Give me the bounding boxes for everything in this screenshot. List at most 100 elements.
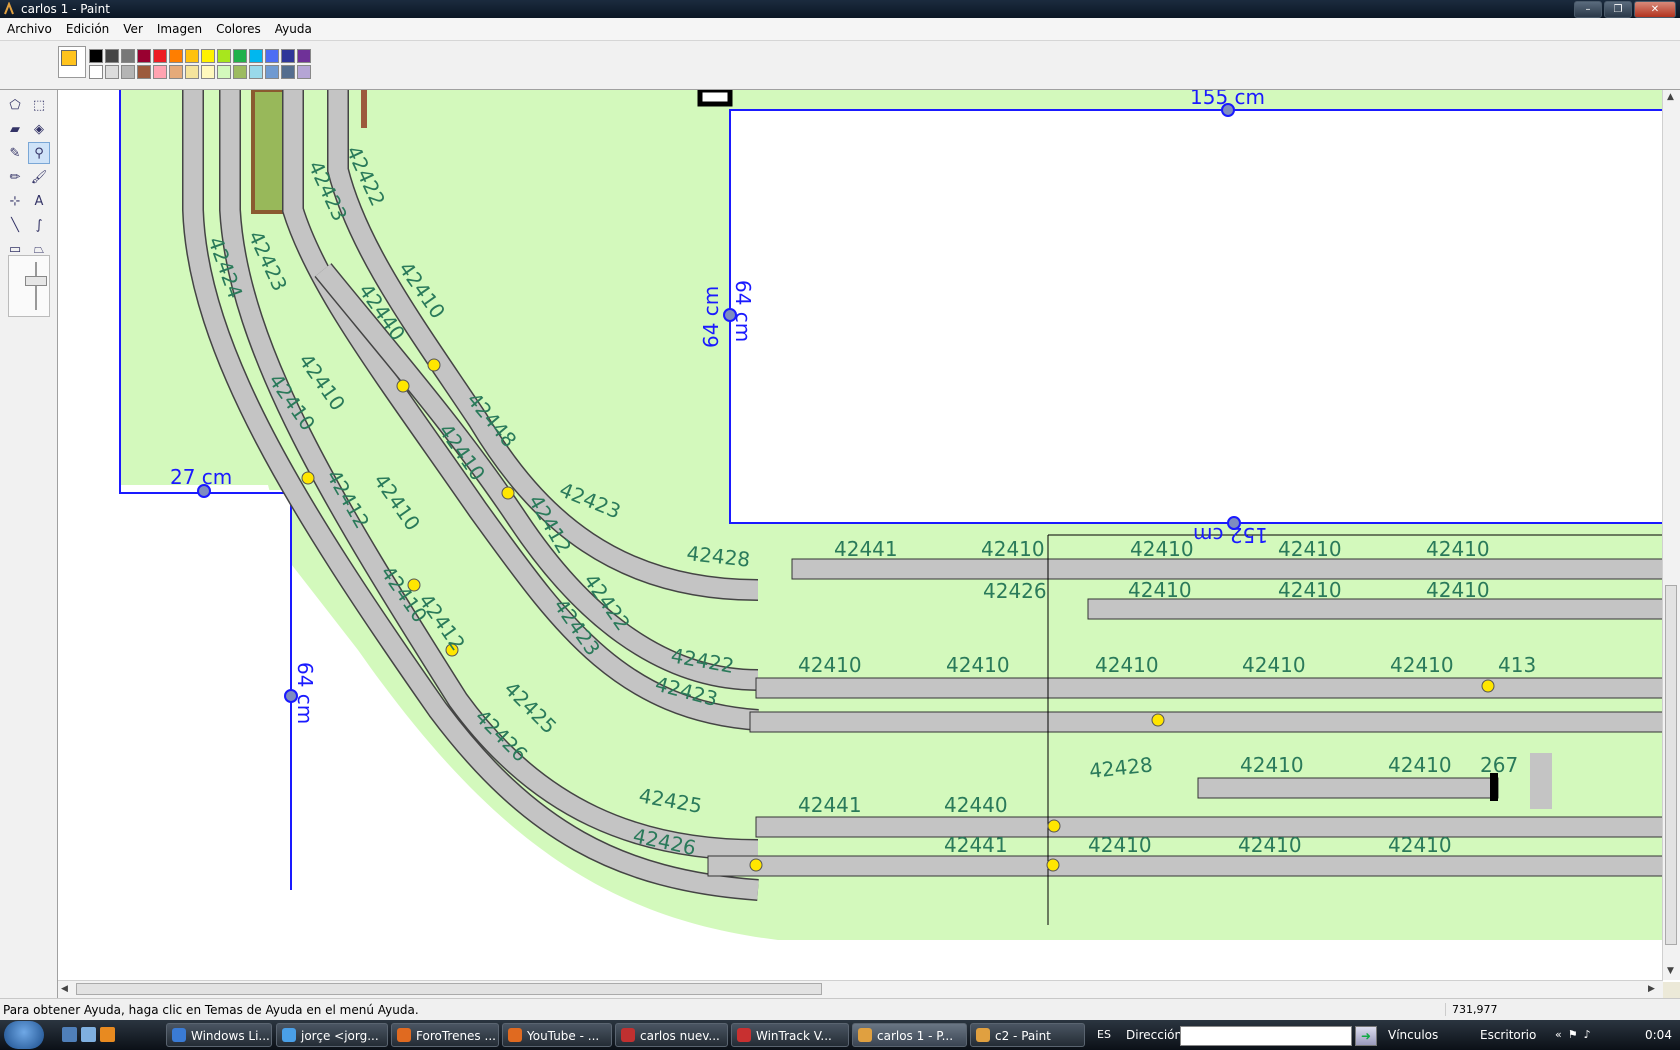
color-swatch[interactable] xyxy=(201,49,215,63)
svg-text:42410: 42410 xyxy=(981,537,1045,561)
color-swatch[interactable] xyxy=(169,65,183,79)
network-icon[interactable]: ⚑ xyxy=(1568,1028,1578,1041)
track-layout-drawing: 155 cm 64 cm 64 cm 152 cm 27 cm 64 cm 42… xyxy=(58,90,1663,980)
taskbar-button[interactable]: YouTube - ... xyxy=(502,1023,612,1047)
slider-track xyxy=(35,262,37,310)
foreground-color[interactable] xyxy=(61,50,77,66)
app-icon xyxy=(282,1028,296,1042)
color-swatch[interactable] xyxy=(233,65,247,79)
desktop-toolbar[interactable]: Escritorio xyxy=(1480,1028,1536,1042)
color-swatch[interactable] xyxy=(265,49,279,63)
text-icon[interactable]: A xyxy=(28,190,50,212)
color-swatch[interactable] xyxy=(137,49,151,63)
menu-archivo[interactable]: Archivo xyxy=(0,18,59,40)
horizontal-scroll-thumb[interactable] xyxy=(76,983,822,995)
taskbar-button[interactable]: Windows Li... xyxy=(166,1023,272,1047)
brush-size-slider[interactable] xyxy=(8,255,50,317)
taskbar-button[interactable]: carlos nuev... xyxy=(615,1023,728,1047)
magnifier-icon[interactable]: ⚲ xyxy=(28,142,50,164)
svg-text:42410: 42410 xyxy=(1088,833,1152,857)
color-swatch[interactable] xyxy=(297,65,311,79)
taskbar-button[interactable]: c2 - Paint xyxy=(970,1023,1085,1047)
taskbar-button-label: ForoTrenes ... xyxy=(416,1029,496,1043)
taskbar-button-label: carlos nuev... xyxy=(640,1029,720,1043)
color-swatch[interactable] xyxy=(249,49,263,63)
color-swatch[interactable] xyxy=(121,49,135,63)
brush-icon[interactable]: 🖌 xyxy=(28,166,50,188)
color-swatch[interactable] xyxy=(217,65,231,79)
color-picker-icon[interactable]: ✎ xyxy=(4,142,26,164)
fill-icon[interactable]: ◈ xyxy=(28,118,50,140)
color-swatch[interactable] xyxy=(201,65,215,79)
current-colors[interactable] xyxy=(58,46,86,78)
svg-text:42441: 42441 xyxy=(944,833,1008,857)
close-button[interactable]: ✕ xyxy=(1634,1,1676,18)
color-swatch[interactable] xyxy=(89,65,103,79)
eraser-icon[interactable]: ▰ xyxy=(4,118,26,140)
vertical-scrollbar[interactable]: ▲ ▼ xyxy=(1662,90,1680,980)
curve-icon[interactable]: ∫ xyxy=(28,214,50,236)
color-swatch[interactable] xyxy=(89,49,103,63)
free-select-icon[interactable]: ⬠ xyxy=(4,94,26,116)
color-swatch[interactable] xyxy=(281,49,295,63)
color-swatch[interactable] xyxy=(249,65,263,79)
status-bar: Para obtener Ayuda, haga clic en Temas d… xyxy=(0,998,1680,1021)
links-toolbar[interactable]: Vínculos xyxy=(1388,1028,1438,1042)
color-swatch[interactable] xyxy=(233,49,247,63)
taskbar-button[interactable]: WinTrack V... xyxy=(731,1023,849,1047)
airbrush-icon[interactable]: ⊹ xyxy=(4,190,26,212)
switch-windows-icon[interactable] xyxy=(81,1027,96,1042)
minimize-button[interactable]: – xyxy=(1574,1,1602,18)
color-swatch[interactable] xyxy=(153,49,167,63)
color-swatch[interactable] xyxy=(297,49,311,63)
line-icon[interactable]: ╲ xyxy=(4,214,26,236)
color-swatch[interactable] xyxy=(169,49,183,63)
menu-ver[interactable]: Ver xyxy=(116,18,150,40)
drawing-canvas[interactable]: 155 cm 64 cm 64 cm 152 cm 27 cm 64 cm 42… xyxy=(58,90,1680,982)
svg-text:42410: 42410 xyxy=(1390,653,1454,677)
volume-icon[interactable]: ♪ xyxy=(1584,1028,1591,1041)
scroll-left-icon[interactable]: ◀ xyxy=(61,984,68,994)
tray-expand-icon[interactable]: « xyxy=(1555,1028,1562,1041)
color-swatch[interactable] xyxy=(105,65,119,79)
color-swatch[interactable] xyxy=(185,65,199,79)
taskbar-button[interactable]: ForoTrenes ... xyxy=(391,1023,499,1047)
language-indicator[interactable]: ES xyxy=(1097,1028,1111,1041)
menu-imagen[interactable]: Imagen xyxy=(150,18,209,40)
color-swatch[interactable] xyxy=(217,49,231,63)
taskbar-button[interactable]: jorçe <jorg... xyxy=(276,1023,388,1047)
scroll-down-icon[interactable]: ▼ xyxy=(1667,966,1674,976)
color-swatch[interactable] xyxy=(105,49,119,63)
media-player-icon[interactable] xyxy=(100,1027,115,1042)
toolbox: ⬠⬚▰◈✎⚲✏🖌⊹A╲∫▭⏢⬭▢ xyxy=(0,90,58,998)
horizontal-scrollbar[interactable]: ◀ ▶ xyxy=(58,980,1663,998)
color-swatches xyxy=(88,48,312,80)
taskbar-button-label: jorçe <jorg... xyxy=(301,1029,379,1043)
color-swatch[interactable] xyxy=(121,65,135,79)
taskbar-button-label: carlos 1 - P... xyxy=(877,1029,954,1043)
color-swatch[interactable] xyxy=(153,65,167,79)
vertical-scroll-thumb[interactable] xyxy=(1665,585,1677,945)
rect-select-icon[interactable]: ⬚ xyxy=(28,94,50,116)
svg-text:42440: 42440 xyxy=(944,793,1008,817)
color-swatch[interactable] xyxy=(265,65,279,79)
color-swatch[interactable] xyxy=(281,65,295,79)
pencil-icon[interactable]: ✏ xyxy=(4,166,26,188)
maximize-button[interactable]: ❐ xyxy=(1604,1,1632,18)
taskbar-button[interactable]: carlos 1 - P... xyxy=(852,1023,967,1047)
scroll-up-icon[interactable]: ▲ xyxy=(1667,92,1674,102)
menu-colores[interactable]: Colores xyxy=(209,18,268,40)
clock[interactable]: 0:04 xyxy=(1645,1028,1672,1042)
color-swatch[interactable] xyxy=(185,49,199,63)
start-button[interactable] xyxy=(4,1021,44,1049)
menu-edicion[interactable]: Edición xyxy=(59,18,116,40)
menu-ayuda[interactable]: Ayuda xyxy=(268,18,319,40)
color-swatch[interactable] xyxy=(137,65,151,79)
go-arrow-icon[interactable]: ➜ xyxy=(1355,1026,1377,1046)
scroll-right-icon[interactable]: ▶ xyxy=(1648,984,1655,994)
address-label: Dirección xyxy=(1126,1028,1183,1042)
show-desktop-icon[interactable] xyxy=(62,1027,77,1042)
slider-knob[interactable] xyxy=(25,276,47,286)
dim-label-top: 155 cm xyxy=(1190,90,1265,109)
address-input[interactable] xyxy=(1180,1026,1352,1046)
